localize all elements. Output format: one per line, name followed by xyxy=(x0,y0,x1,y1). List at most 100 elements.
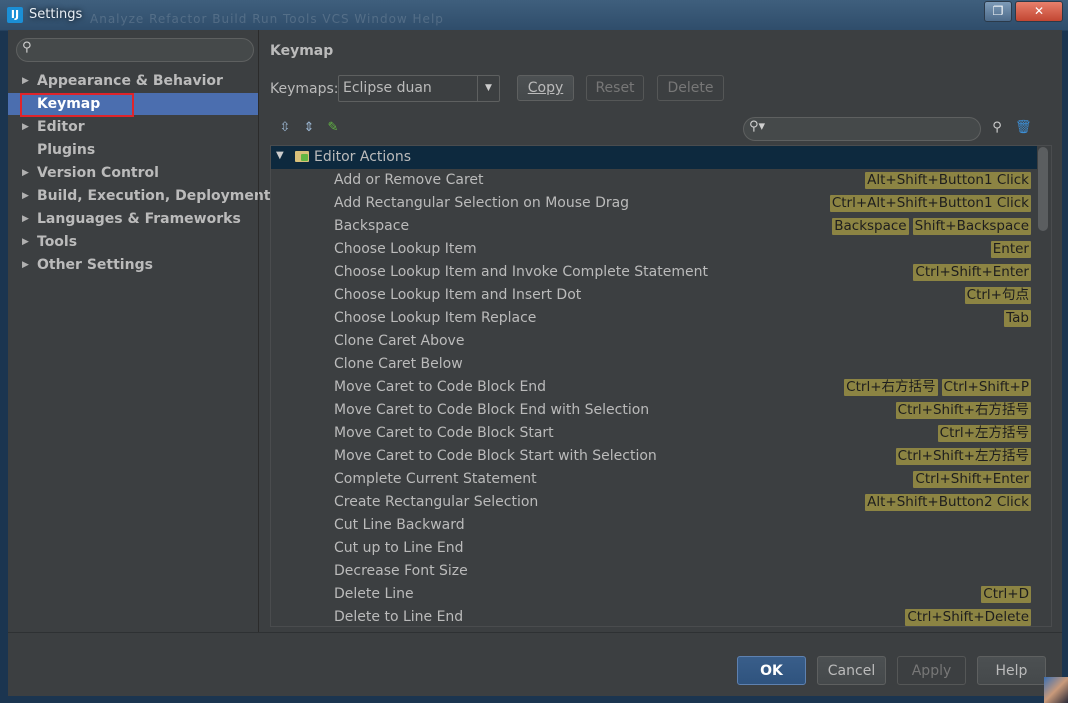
sidebar-item-build-execution-deployment[interactable]: ▶ Build, Execution, Deployment xyxy=(8,185,271,207)
expand-all-icon[interactable]: ⇳ xyxy=(277,120,293,136)
action-name: Create Rectangular Selection xyxy=(334,494,539,510)
keymap-panel: Keymap Keymaps: Eclipse duan ▼ Copy Rese… xyxy=(259,30,1062,632)
shortcut-list: Ctrl+句点 xyxy=(964,287,1031,304)
restore-window-button[interactable]: ❐ xyxy=(984,1,1012,22)
action-name: Move Caret to Code Block End with Select… xyxy=(334,402,650,418)
action-row[interactable]: Add or Remove Caret Alt+Shift+Button1 Cli… xyxy=(271,169,1037,192)
expand-arrow-icon[interactable]: ▶ xyxy=(22,162,29,184)
shortcut-badge: Tab xyxy=(1004,310,1031,327)
highlight-outline xyxy=(20,93,134,117)
action-row[interactable]: Decrease Font Size xyxy=(271,560,1037,583)
action-name: Clone Caret Above xyxy=(334,333,465,349)
action-row[interactable]: Choose Lookup Item and Insert Dot Ctrl+句点 xyxy=(271,284,1037,307)
shortcut-list: Tab xyxy=(1004,310,1031,327)
sidebar-item-label: Plugins xyxy=(37,142,96,158)
action-name: Cut Line Backward xyxy=(334,517,465,533)
action-row[interactable]: Move Caret to Code Block Start Ctrl+左方括号 xyxy=(271,422,1037,445)
shortcut-badge: Ctrl+Shift+P xyxy=(941,379,1031,396)
action-row[interactable]: Move Caret to Code Block Start with Sele… xyxy=(271,445,1037,468)
shortcut-badge: Ctrl+D xyxy=(981,586,1031,603)
close-window-button[interactable]: ✕ xyxy=(1015,1,1063,22)
sidebar-item-other-settings[interactable]: ▶ Other Settings xyxy=(8,254,258,276)
shortcut-list: Enter xyxy=(990,241,1031,258)
shortcut-badge: Ctrl+右方括号 xyxy=(844,379,938,396)
action-row[interactable]: Create Rectangular Selection Alt+Shift+Bu… xyxy=(271,491,1037,514)
sidebar-item-version-control[interactable]: ▶ Version Control xyxy=(8,162,258,184)
search-icon: ⚲▾ xyxy=(749,119,766,134)
sidebar-item-editor[interactable]: ▶ Editor xyxy=(8,116,258,138)
intellij-app-icon: IJ xyxy=(7,7,23,23)
delete-button[interactable]: Delete xyxy=(657,75,724,101)
shortcut-badge: Ctrl+Alt+Shift+Button1 Click xyxy=(829,195,1031,212)
shortcut-badge: Backspace xyxy=(832,218,909,235)
shortcut-badge: Ctrl+Shift+右方括号 xyxy=(895,402,1031,419)
help-button[interactable]: Help xyxy=(977,656,1046,685)
shortcut-badge: Alt+Shift+Button2 Click xyxy=(865,494,1031,511)
action-row[interactable]: Cut Line Backward xyxy=(271,514,1037,537)
sidebar-item-appearance-behavior[interactable]: ▶ Appearance & Behavior xyxy=(8,70,258,92)
shortcut-badge: Enter xyxy=(990,241,1031,258)
expand-arrow-icon[interactable]: ▶ xyxy=(22,116,29,138)
action-row[interactable]: Move Caret to Code Block End with Select… xyxy=(271,399,1037,422)
cancel-button[interactable]: Cancel xyxy=(817,656,886,685)
action-name: Choose Lookup Item Replace xyxy=(334,310,537,326)
action-row[interactable]: Clone Caret Below xyxy=(271,353,1037,376)
shortcut-list: Alt+Shift+Button2 Click xyxy=(865,494,1031,511)
shortcut-badge: Ctrl+句点 xyxy=(964,287,1031,304)
action-name: Cut up to Line End xyxy=(334,540,464,556)
expand-arrow-icon[interactable]: ▶ xyxy=(22,208,29,230)
sidebar-item-label: Build, Execution, Deployment xyxy=(37,188,271,204)
window-title: Settings xyxy=(29,7,83,22)
sidebar-item-tools[interactable]: ▶ Tools xyxy=(8,231,258,253)
shortcut-list: Ctrl+Shift+右方括号 xyxy=(895,402,1031,419)
action-row[interactable]: Choose Lookup Item Replace Tab xyxy=(271,307,1037,330)
settings-sidebar: ⚲ ▶ Appearance & Behavior Keymap ▶ Editor Plu… xyxy=(8,30,271,632)
settings-dialog: ⚲ ▶ Appearance & Behavior Keymap ▶ Editor Plu… xyxy=(8,30,1062,696)
action-name: Move Caret to Code Block End xyxy=(334,379,547,395)
action-name: Add Rectangular Selection on Mouse Drag xyxy=(334,195,630,211)
expand-arrow-icon[interactable]: ▶ xyxy=(22,254,29,276)
expand-arrow-icon[interactable]: ▶ xyxy=(22,185,29,207)
expand-arrow-icon[interactable]: ▶ xyxy=(22,70,29,92)
shortcut-badge: Ctrl+左方括号 xyxy=(937,425,1031,442)
sidebar-item-languages-frameworks[interactable]: ▶ Languages & Frameworks xyxy=(8,208,258,230)
action-row[interactable]: Delete to Line End Ctrl+Shift+Delete xyxy=(271,606,1037,626)
action-row[interactable]: Clone Caret Above xyxy=(271,330,1037,353)
ok-button[interactable]: OK xyxy=(737,656,806,685)
folder-icon xyxy=(295,151,309,162)
tree-scrollbar[interactable] xyxy=(1038,147,1048,231)
settings-search-input[interactable]: ⚲ xyxy=(16,38,254,62)
collapse-all-icon[interactable]: ⇕ xyxy=(301,120,317,136)
expand-arrow-icon[interactable]: ▶ xyxy=(22,231,29,253)
action-name: Clone Caret Below xyxy=(334,356,463,372)
action-row[interactable]: Move Caret to Code Block End Ctrl+右方括号 Ctr… xyxy=(271,376,1037,399)
action-name: Backspace xyxy=(334,218,410,234)
action-row[interactable]: Delete Line Ctrl+D xyxy=(271,583,1037,606)
copy-button[interactable]: Copy xyxy=(517,75,574,101)
reset-button[interactable]: Reset xyxy=(586,75,644,101)
action-row[interactable]: Choose Lookup Item and Invoke Complete S… xyxy=(271,261,1037,284)
expand-triangle-icon[interactable]: ▼ xyxy=(276,150,284,161)
shortcut-list: Ctrl+Alt+Shift+Button1 Click xyxy=(829,195,1031,212)
action-row[interactable]: Choose Lookup Item Enter xyxy=(271,238,1037,261)
sidebar-item-plugins[interactable]: Plugins xyxy=(8,139,258,161)
shortcut-list: Ctrl+Shift+Enter xyxy=(913,471,1031,488)
action-row[interactable]: Backspace Backspace Shift+Backspace xyxy=(271,215,1037,238)
edit-pencil-icon[interactable]: ✎ xyxy=(325,120,341,136)
shortcut-list: Ctrl+Shift+Delete xyxy=(905,609,1031,626)
action-row[interactable]: Complete Current Statement Ctrl+Shift+Ent… xyxy=(271,468,1037,491)
keymap-select[interactable]: Eclipse duan ▼ xyxy=(338,75,500,102)
search-icon: ⚲ xyxy=(22,40,32,55)
action-row[interactable]: Add Rectangular Selection on Mouse Drag C… xyxy=(271,192,1037,215)
trash-icon[interactable]: 🗑 xyxy=(1015,120,1032,136)
action-row[interactable]: Cut up to Line End xyxy=(271,537,1037,560)
keymap-tree: ▼ Editor Actions Add or Remove Caret Alt+… xyxy=(270,145,1052,627)
tree-group-editor-actions[interactable]: ▼ Editor Actions xyxy=(271,146,1037,169)
apply-button[interactable]: Apply xyxy=(897,656,966,685)
footer-separator xyxy=(8,632,1062,633)
chevron-down-icon[interactable]: ▼ xyxy=(477,76,499,101)
keymap-filter-input[interactable]: ⚲▾ xyxy=(743,117,981,141)
find-shortcut-icon[interactable]: ⚲ xyxy=(989,120,1005,136)
keymap-select-value: Eclipse duan xyxy=(343,80,432,96)
shortcut-badge: Shift+Backspace xyxy=(912,218,1031,235)
